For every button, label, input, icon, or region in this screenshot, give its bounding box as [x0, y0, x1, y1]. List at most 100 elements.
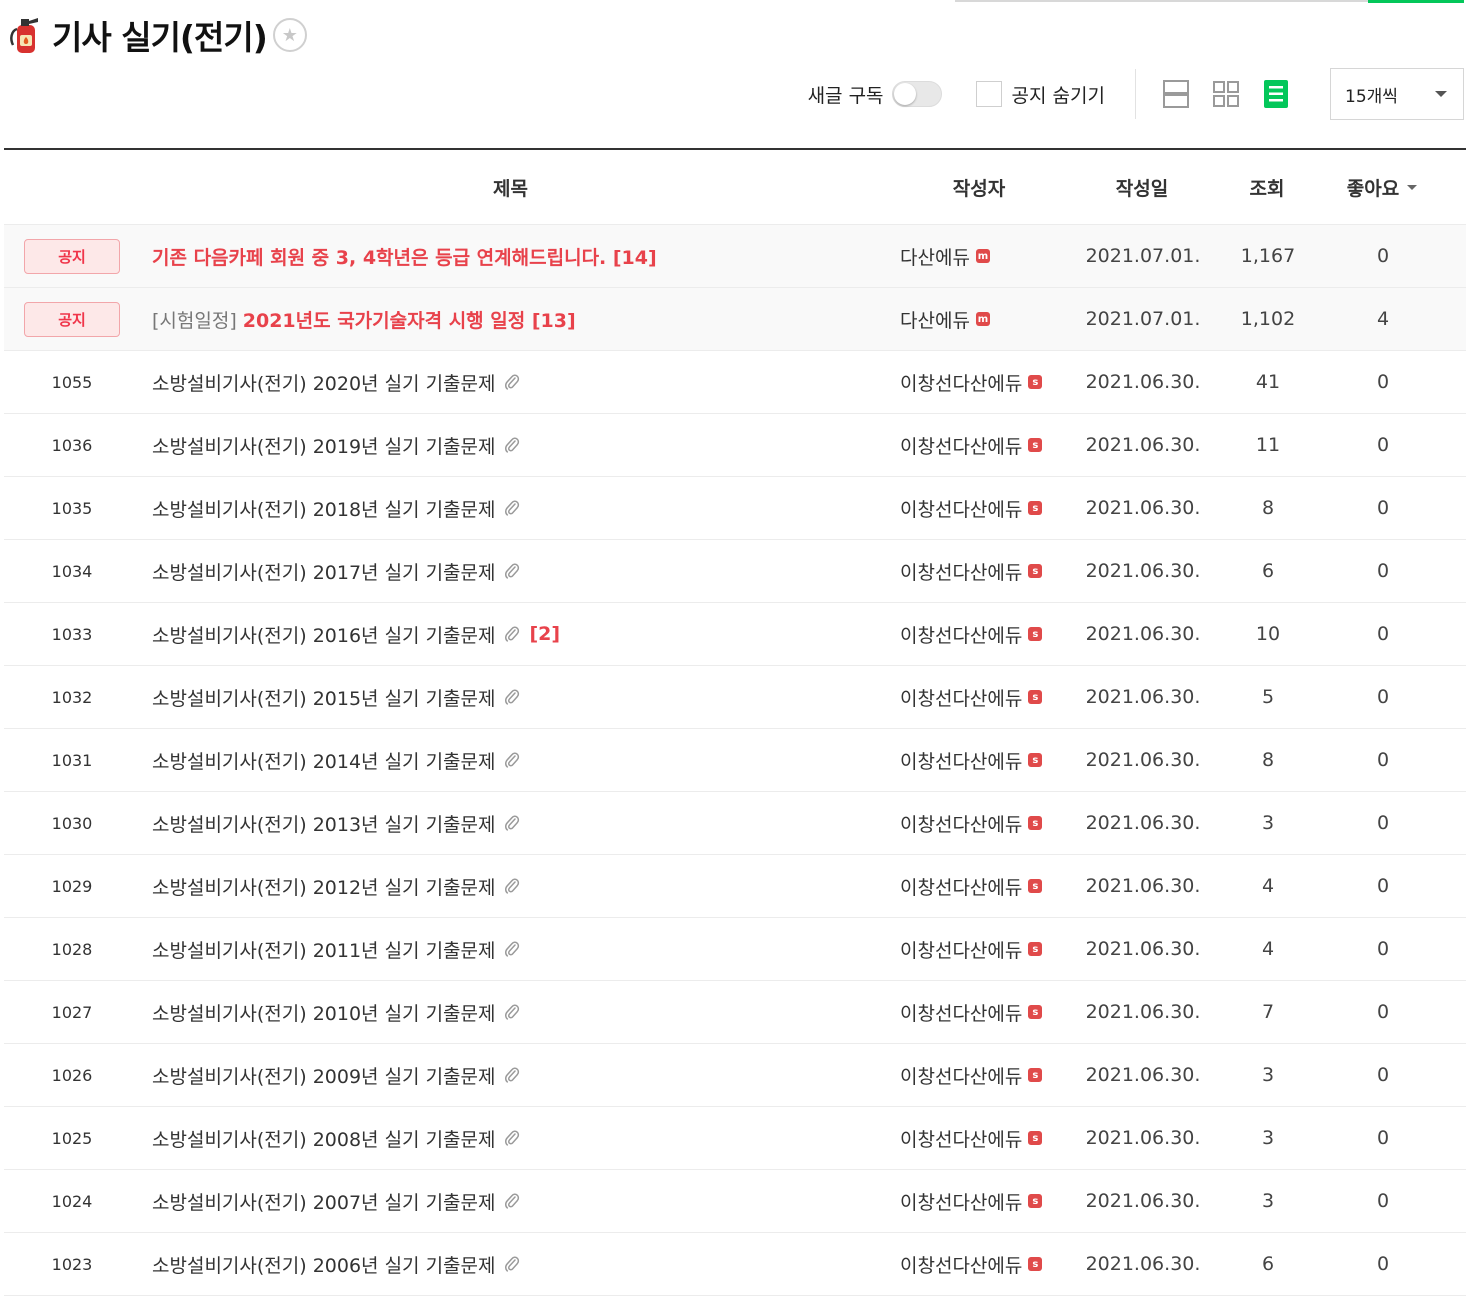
search-button-edge[interactable]: [1368, 0, 1464, 3]
article-title-link[interactable]: 소방설비기사(전기) 2010년 실기 기출문제: [152, 999, 496, 1026]
article-title-cell[interactable]: 소방설비기사(전기) 2015년 실기 기출문제: [140, 684, 882, 711]
article-title-cell[interactable]: 소방설비기사(전기) 2012년 실기 기출문제: [140, 873, 882, 900]
likes-cell: 0: [1376, 749, 1390, 771]
table-row[interactable]: 1034 소방설비기사(전기) 2017년 실기 기출문제 이창선다산에듀 s 2021…: [4, 540, 1466, 603]
writer-cell[interactable]: 이창선다산에듀 s: [882, 369, 1078, 396]
table-row[interactable]: 1055 소방설비기사(전기) 2020년 실기 기출문제 이창선다산에듀 s 2021…: [4, 351, 1466, 414]
article-title-cell[interactable]: 소방설비기사(전기) 2019년 실기 기출문제: [140, 432, 882, 459]
article-title-cell[interactable]: 소방설비기사(전기) 2011년 실기 기출문제: [140, 936, 882, 963]
article-title-cell[interactable]: 소방설비기사(전기) 2016년 실기 기출문제 [2]: [140, 621, 882, 648]
notice-row[interactable]: 공지 [시험일정] 2021년도 국가기술자격 시행 일정 [13] 다산에듀 m 202…: [4, 288, 1466, 351]
card-view-icon[interactable]: [1262, 79, 1290, 109]
article-title-cell[interactable]: 소방설비기사(전기) 2006년 실기 기출문제: [140, 1251, 882, 1278]
per-page-select[interactable]: 15개씩: [1330, 68, 1464, 120]
table-row[interactable]: 1029 소방설비기사(전기) 2012년 실기 기출문제 이창선다산에듀 s 2021…: [4, 855, 1466, 918]
notice-row[interactable]: 공지 기존 다음카페 회원 중 3, 4학년은 등급 연계해드립니다. [14] 다…: [4, 225, 1466, 288]
writer-name[interactable]: 이창선다산에듀: [900, 1251, 1022, 1278]
writer-name[interactable]: 이창선다산에듀: [900, 432, 1022, 459]
writer-name[interactable]: 이창선다산에듀: [900, 936, 1022, 963]
article-title-cell[interactable]: 소방설비기사(전기) 2013년 실기 기출문제: [140, 810, 882, 837]
article-title-link[interactable]: 소방설비기사(전기) 2020년 실기 기출문제: [152, 369, 496, 396]
writer-name[interactable]: 이창선다산에듀: [900, 1188, 1022, 1215]
writer-name[interactable]: 이창선다산에듀: [900, 999, 1022, 1026]
writer-name[interactable]: 이창선다산에듀: [900, 873, 1022, 900]
staff-badge-icon: s: [1028, 1257, 1043, 1271]
writer-cell[interactable]: 이창선다산에듀 s: [882, 1062, 1078, 1089]
writer-cell[interactable]: 이창선다산에듀 s: [882, 810, 1078, 837]
table-row[interactable]: 1024 소방설비기사(전기) 2007년 실기 기출문제 이창선다산에듀 s 2021…: [4, 1170, 1466, 1233]
table-row[interactable]: 1036 소방설비기사(전기) 2019년 실기 기출문제 이창선다산에듀 s 2021…: [4, 414, 1466, 477]
writer-cell[interactable]: 이창선다산에듀 s: [882, 747, 1078, 774]
article-title-link[interactable]: 소방설비기사(전기) 2012년 실기 기출문제: [152, 873, 496, 900]
article-title-cell[interactable]: 소방설비기사(전기) 2017년 실기 기출문제: [140, 558, 882, 585]
article-number: 1024: [51, 1191, 93, 1211]
writer-cell[interactable]: 이창선다산에듀 s: [882, 1125, 1078, 1152]
writer-cell[interactable]: 이창선다산에듀 s: [882, 999, 1078, 1026]
article-title-link[interactable]: 소방설비기사(전기) 2007년 실기 기출문제: [152, 1188, 496, 1215]
hide-notice-label[interactable]: 공지 숨기기: [1012, 81, 1105, 108]
table-row[interactable]: 1035 소방설비기사(전기) 2018년 실기 기출문제 이창선다산에듀 s 2021…: [4, 477, 1466, 540]
article-title-link[interactable]: 소방설비기사(전기) 2017년 실기 기출문제: [152, 558, 496, 585]
article-title-link[interactable]: 소방설비기사(전기) 2014년 실기 기출문제: [152, 747, 496, 774]
writer-name[interactable]: 이창선다산에듀: [900, 495, 1022, 522]
writer-cell[interactable]: 이창선다산에듀 s: [882, 1188, 1078, 1215]
writer-name[interactable]: 이창선다산에듀: [900, 1062, 1022, 1089]
article-title-link[interactable]: 소방설비기사(전기) 2018년 실기 기출문제: [152, 495, 496, 522]
notice-title-cell[interactable]: 기존 다음카페 회원 중 3, 4학년은 등급 연계해드립니다. [14]: [140, 243, 882, 270]
notice-title-link[interactable]: 2021년도 국가기술자격 시행 일정 [13]: [243, 306, 576, 333]
article-title-link[interactable]: 소방설비기사(전기) 2019년 실기 기출문제: [152, 432, 496, 459]
writer-cell[interactable]: 이창선다산에듀 s: [882, 621, 1078, 648]
article-title-cell[interactable]: 소방설비기사(전기) 2008년 실기 기출문제: [140, 1125, 882, 1152]
writer-name[interactable]: 이창선다산에듀: [900, 558, 1022, 585]
writer-cell[interactable]: 다산에듀 m: [882, 306, 1078, 333]
article-title-cell[interactable]: 소방설비기사(전기) 2020년 실기 기출문제: [140, 369, 882, 396]
writer-name[interactable]: 이창선다산에듀: [900, 369, 1022, 396]
notice-title-link[interactable]: 기존 다음카페 회원 중 3, 4학년은 등급 연계해드립니다. [14]: [152, 243, 657, 270]
writer-name[interactable]: 다산에듀: [900, 243, 970, 270]
list-view-icon[interactable]: [1162, 79, 1190, 109]
article-title-cell[interactable]: 소방설비기사(전기) 2014년 실기 기출문제: [140, 747, 882, 774]
writer-name[interactable]: 이창선다산에듀: [900, 621, 1022, 648]
comment-count[interactable]: [2]: [530, 623, 561, 645]
star-icon[interactable]: ★: [272, 18, 307, 52]
hide-notice-checkbox[interactable]: [975, 81, 1002, 107]
table-row[interactable]: 1031 소방설비기사(전기) 2014년 실기 기출문제 이창선다산에듀 s 2021…: [4, 729, 1466, 792]
table-row[interactable]: 1027 소방설비기사(전기) 2010년 실기 기출문제 이창선다산에듀 s 2021…: [4, 981, 1466, 1044]
writer-cell[interactable]: 이창선다산에듀 s: [882, 936, 1078, 963]
writer-cell[interactable]: 이창선다산에듀 s: [882, 684, 1078, 711]
table-row[interactable]: 1030 소방설비기사(전기) 2013년 실기 기출문제 이창선다산에듀 s 2021…: [4, 792, 1466, 855]
writer-cell[interactable]: 이창선다산에듀 s: [882, 495, 1078, 522]
article-title-link[interactable]: 소방설비기사(전기) 2013년 실기 기출문제: [152, 810, 496, 837]
table-row[interactable]: 1033 소방설비기사(전기) 2016년 실기 기출문제 [2] 이창선다산에듀 s 2…: [4, 603, 1466, 666]
article-title-link[interactable]: 소방설비기사(전기) 2009년 실기 기출문제: [152, 1062, 496, 1089]
article-title-link[interactable]: 소방설비기사(전기) 2011년 실기 기출문제: [152, 936, 496, 963]
writer-cell[interactable]: 이창선다산에듀 s: [882, 558, 1078, 585]
writer-name[interactable]: 다산에듀: [900, 306, 970, 333]
table-row[interactable]: 1028 소방설비기사(전기) 2011년 실기 기출문제 이창선다산에듀 s 2021…: [4, 918, 1466, 981]
table-row[interactable]: 1032 소방설비기사(전기) 2015년 실기 기출문제 이창선다산에듀 s 2021…: [4, 666, 1466, 729]
writer-name[interactable]: 이창선다산에듀: [900, 747, 1022, 774]
article-number: 1031: [51, 750, 93, 770]
article-title-link[interactable]: 소방설비기사(전기) 2016년 실기 기출문제: [152, 621, 496, 648]
article-title-link[interactable]: 소방설비기사(전기) 2008년 실기 기출문제: [152, 1125, 496, 1152]
writer-cell[interactable]: 이창선다산에듀 s: [882, 1251, 1078, 1278]
article-title-link[interactable]: 소방설비기사(전기) 2015년 실기 기출문제: [152, 684, 496, 711]
album-view-icon[interactable]: [1212, 79, 1240, 109]
writer-name[interactable]: 이창선다산에듀: [900, 684, 1022, 711]
table-row[interactable]: 1026 소방설비기사(전기) 2009년 실기 기출문제 이창선다산에듀 s 2021…: [4, 1044, 1466, 1107]
writer-cell[interactable]: 다산에듀 m: [882, 243, 1078, 270]
article-title-cell[interactable]: 소방설비기사(전기) 2018년 실기 기출문제: [140, 495, 882, 522]
notice-title-cell[interactable]: [시험일정] 2021년도 국가기술자격 시행 일정 [13]: [140, 306, 882, 333]
subscribe-toggle[interactable]: [891, 81, 942, 107]
writer-name[interactable]: 이창선다산에듀: [900, 810, 1022, 837]
writer-name[interactable]: 이창선다산에듀: [900, 1125, 1022, 1152]
writer-cell[interactable]: 이창선다산에듀 s: [882, 873, 1078, 900]
table-row[interactable]: 1023 소방설비기사(전기) 2006년 실기 기출문제 이창선다산에듀 s 2021…: [4, 1233, 1466, 1296]
header-likes[interactable]: 좋아요: [1327, 174, 1437, 201]
article-title-cell[interactable]: 소방설비기사(전기) 2010년 실기 기출문제: [140, 999, 882, 1026]
article-title-cell[interactable]: 소방설비기사(전기) 2009년 실기 기출문제: [140, 1062, 882, 1089]
writer-cell[interactable]: 이창선다산에듀 s: [882, 432, 1078, 459]
table-row[interactable]: 1025 소방설비기사(전기) 2008년 실기 기출문제 이창선다산에듀 s 2021…: [4, 1107, 1466, 1170]
article-title-cell[interactable]: 소방설비기사(전기) 2007년 실기 기출문제: [140, 1188, 882, 1215]
article-title-link[interactable]: 소방설비기사(전기) 2006년 실기 기출문제: [152, 1251, 496, 1278]
